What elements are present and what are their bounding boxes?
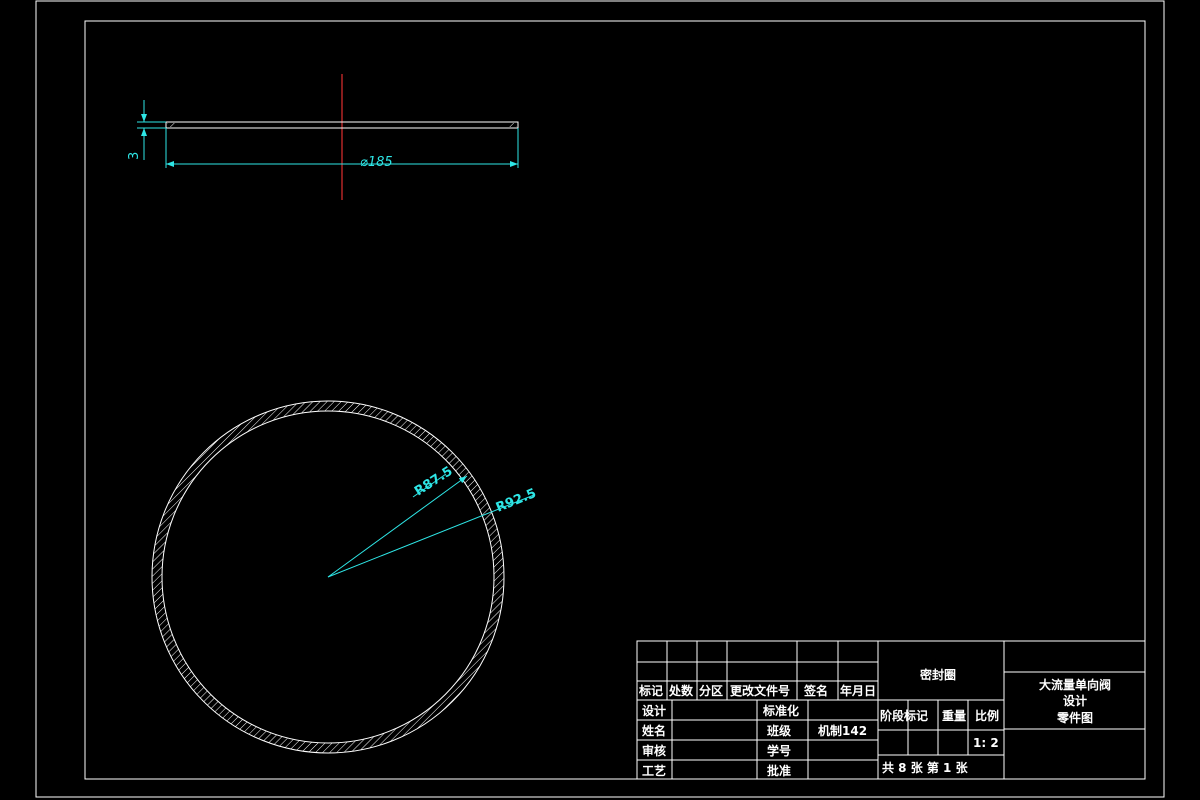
tb-stage-mark: 阶段标记	[880, 708, 928, 723]
tb-class-label: 班级	[767, 723, 791, 738]
side-view: 3 ⌀185	[127, 74, 519, 200]
tb-header-change-doc: 更改文件号	[730, 683, 790, 698]
outer-radius-text: R92.5	[494, 486, 539, 516]
front-view: R87.5 R92.5	[151, 400, 539, 754]
tb-header-mark: 标记	[638, 683, 663, 698]
tb-header-date: 年月日	[840, 683, 876, 698]
ring-section-hatch-right	[508, 123, 517, 127]
tb-row-name: 姓名	[642, 723, 666, 738]
inner-radius-text: R87.5	[412, 464, 455, 500]
tb-class-value: 机制142	[818, 723, 867, 738]
tb-row-process: 工艺	[642, 763, 666, 778]
outer-sheet-border	[35, 0, 1165, 798]
tb-header-count: 处数	[668, 683, 694, 698]
tb-header-signature: 签名	[803, 683, 828, 698]
tb-header-zone: 分区	[699, 683, 723, 698]
tb-approve: 批准	[767, 763, 791, 778]
tb-row-design: 设计	[642, 703, 666, 718]
inner-drawing-frame	[84, 20, 1146, 780]
tb-part-name: 密封圈	[920, 667, 956, 682]
tb-scale-label: 比例	[975, 708, 999, 723]
ring-section-hatch-left	[167, 123, 176, 127]
tb-project-line3: 零件图	[1056, 710, 1093, 725]
inner-radius-leader	[327, 475, 468, 578]
tb-student-no: 学号	[767, 743, 791, 758]
tb-sheets: 共 8 张 第 1 张	[882, 760, 969, 775]
tb-weight: 重量	[942, 708, 966, 723]
tb-scale-value: 1: 2	[973, 736, 999, 750]
cad-drawing-canvas: 3 ⌀185 R87.5 R92.5 标记 处数 分区 更改文件号 签名 年月日…	[35, 0, 1165, 798]
thickness-dim-text: 3	[127, 152, 142, 160]
tb-project-line2: 设计	[1063, 693, 1087, 708]
tb-standardization: 标准化	[762, 703, 799, 718]
title-block-text: 标记 处数 分区 更改文件号 签名 年月日 设计 姓名 审核 工艺 标准化 班级…	[638, 667, 1111, 778]
tb-row-review: 审核	[642, 743, 666, 758]
tb-project-line1: 大流量单向阀	[1039, 677, 1111, 692]
diameter-dim-text: ⌀185	[360, 155, 393, 170]
